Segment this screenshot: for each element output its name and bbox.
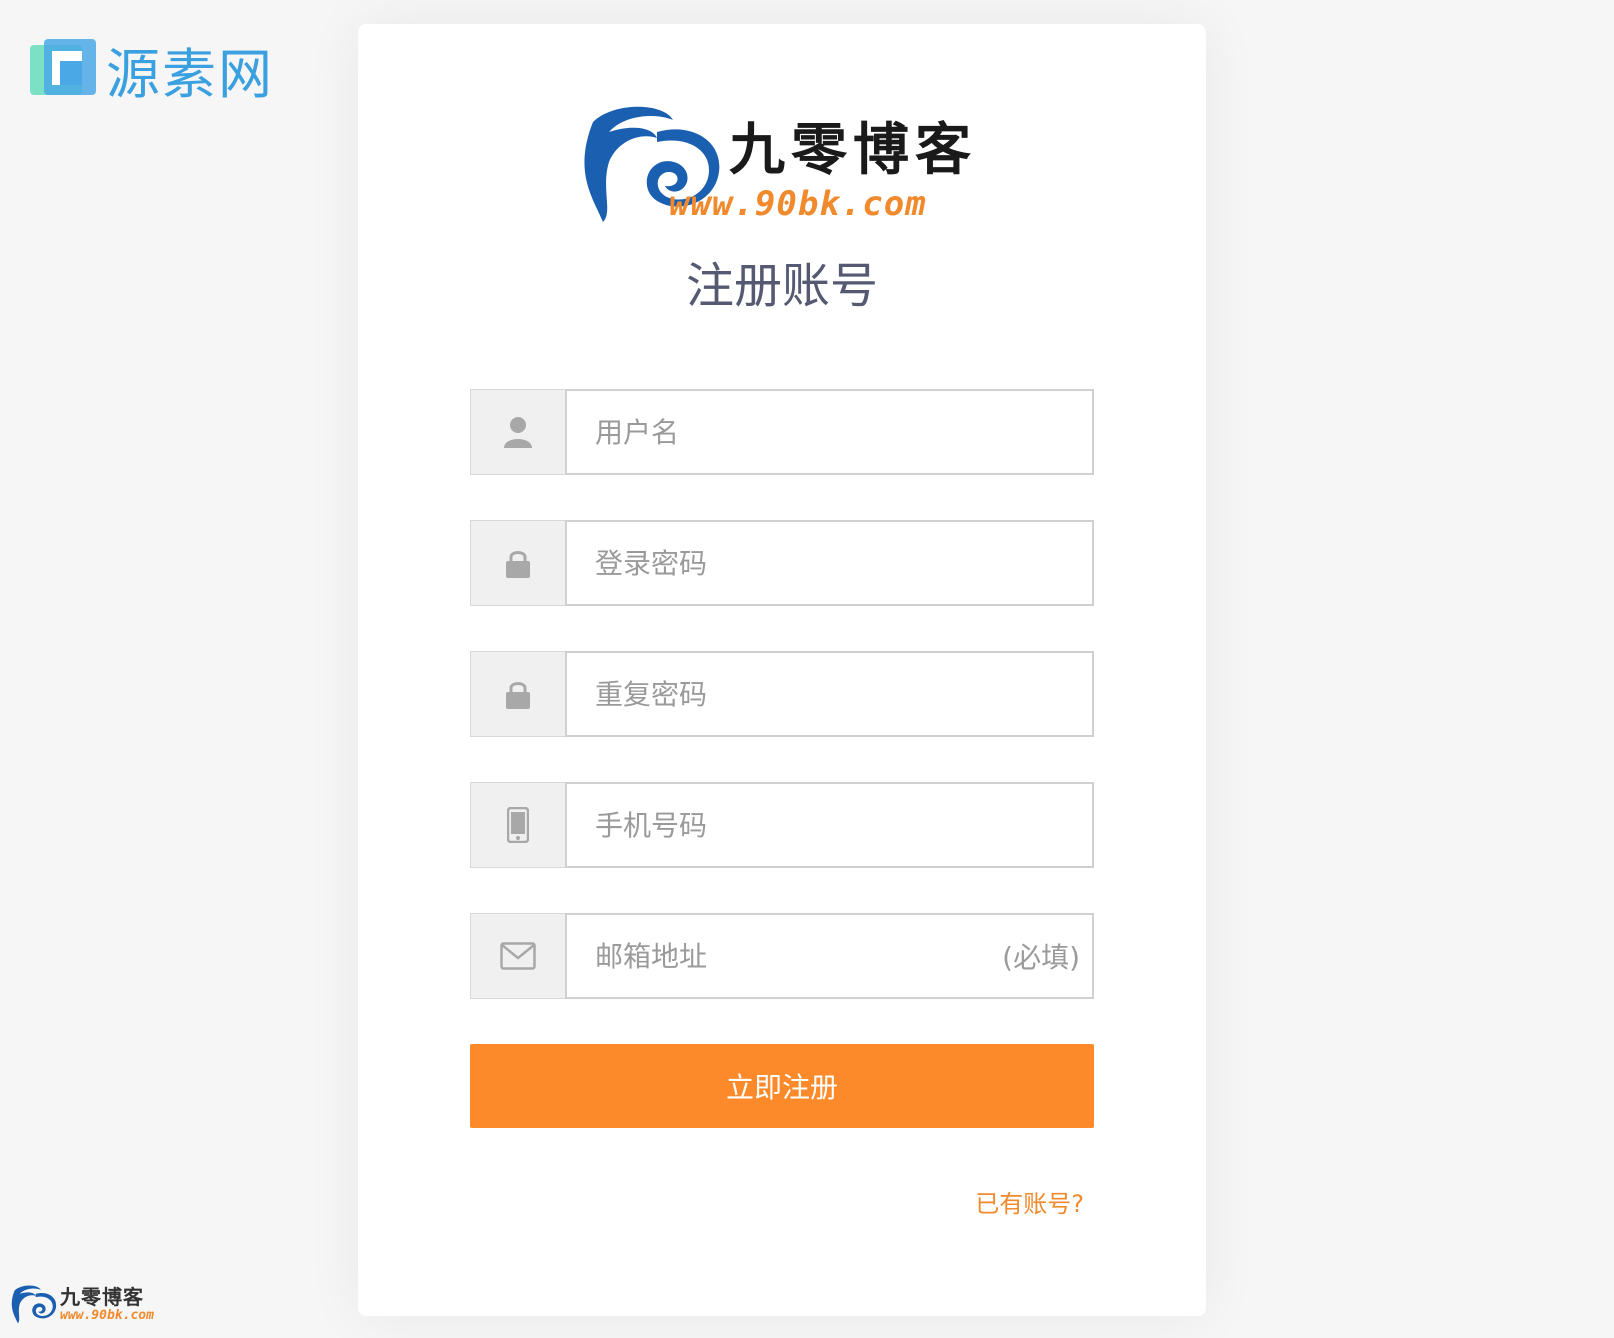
envelope-icon (470, 913, 565, 999)
phone-field-row (470, 782, 1094, 868)
confirm-password-input-wrap (565, 651, 1094, 737)
email-field-row: (必填) (470, 913, 1094, 999)
username-field-row (470, 389, 1094, 475)
required-note: (必填) (1002, 941, 1080, 974)
lock-icon (470, 520, 565, 606)
watermark: 九零博客 www.90bk.com (8, 1282, 154, 1326)
brand-name: 源素网 (106, 43, 274, 106)
register-button[interactable]: 立即注册 (470, 1044, 1094, 1128)
blog-logo: 九零博客 www.90bk.com (573, 102, 977, 224)
phone-input[interactable] (593, 807, 1080, 843)
register-form: (必填) 立即注册 (470, 389, 1094, 1128)
watermark-title: 九零博客 (60, 1284, 144, 1309)
dragon-logo-icon (11, 1285, 57, 1324)
mobile-phone-icon (470, 782, 565, 868)
user-icon (470, 389, 565, 475)
page-title: 注册账号 (685, 258, 878, 314)
register-page: 源素网 九零博客 www.90bk.com 注册账号 用户名 手机号码 邮箱地址… (0, 0, 1614, 1338)
confirm-password-field-row (470, 651, 1094, 737)
login-link[interactable]: 已有账号? (975, 1184, 1084, 1219)
password-input[interactable] (593, 545, 1080, 581)
lock-icon (470, 651, 565, 737)
register-card: 九零博客 www.90bk.com 注册账号 用户名 手机号码 邮箱地址 (必填… (358, 24, 1206, 1316)
email-input[interactable] (593, 938, 1003, 974)
username-input[interactable] (593, 414, 1080, 450)
password-field-row (470, 520, 1094, 606)
email-input-wrap: (必填) (565, 913, 1094, 999)
brand-logo-icon (30, 38, 96, 95)
phone-input-wrap (565, 782, 1094, 868)
confirm-password-input[interactable] (593, 676, 1080, 712)
username-input-wrap (565, 389, 1094, 475)
site-brand[interactable]: 源素网 (30, 30, 274, 109)
watermark-url: www.90bk.com (60, 1307, 154, 1323)
logo-url: www.90bk.com (669, 184, 927, 224)
password-input-wrap (565, 520, 1094, 606)
logo-title: 九零博客 (729, 117, 977, 183)
